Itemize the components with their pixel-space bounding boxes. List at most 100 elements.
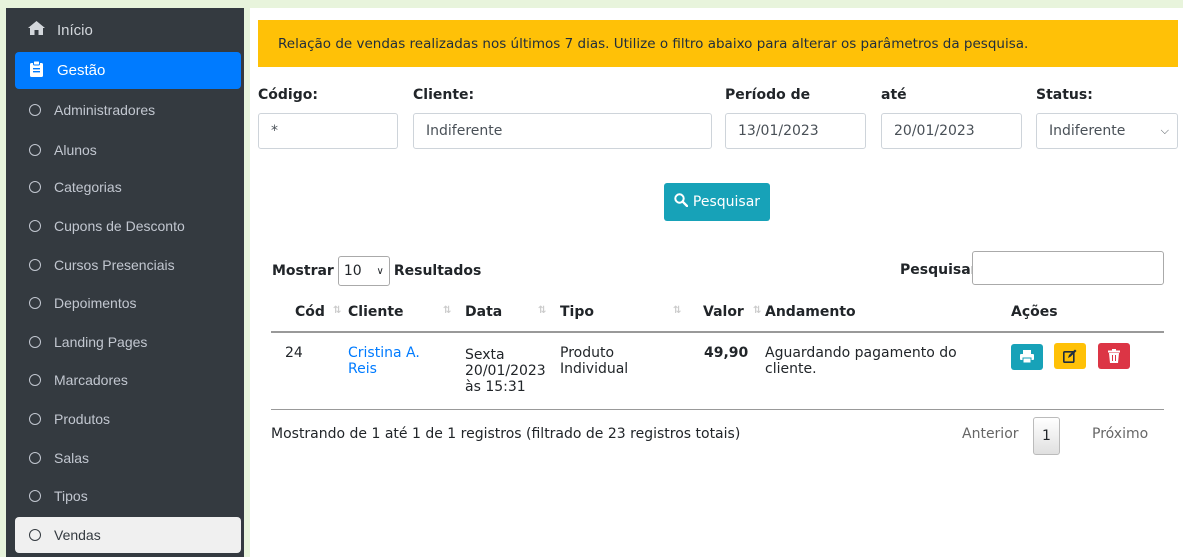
sidebar-item-inicio[interactable]: Início xyxy=(15,12,241,48)
sidebar-item-cupons[interactable]: Cupons de Desconto xyxy=(15,208,241,244)
circle-icon xyxy=(29,144,41,156)
sidebar-item-tipos[interactable]: Tipos xyxy=(15,478,241,514)
sidebar-item-cursos-presenciais[interactable]: Cursos Presenciais xyxy=(15,247,241,283)
periodo-de-label: Período de xyxy=(725,87,811,103)
sidebar-item-depoimentos[interactable]: Depoimentos xyxy=(15,285,241,321)
cliente-label: Cliente: xyxy=(413,87,475,103)
circle-icon xyxy=(29,104,41,116)
circle-icon xyxy=(29,374,41,386)
delete-button[interactable] xyxy=(1097,343,1130,369)
periodo-ate-input[interactable]: 20/01/2023 xyxy=(881,113,1022,149)
circle-icon xyxy=(29,413,41,425)
search-button[interactable]: Pesquisar xyxy=(664,183,770,221)
sidebar-item-label: Tipos xyxy=(54,488,88,504)
circle-icon xyxy=(29,529,41,541)
cell-andamento: Aguardando pagamento do cliente. xyxy=(765,332,1011,410)
page-size-value: 10 xyxy=(343,263,362,279)
sidebar-item-label: Depoimentos xyxy=(54,295,137,311)
col-label: Cód xyxy=(295,303,325,320)
table-search-label: Pesquisar: xyxy=(900,262,984,278)
circle-icon xyxy=(29,490,41,502)
col-label: Data xyxy=(465,303,503,320)
search-button-label: Pesquisar xyxy=(692,194,761,210)
periodo-de-input[interactable]: 13/01/2023 xyxy=(725,113,866,149)
col-cliente[interactable]: Cliente ⇅ xyxy=(348,292,465,333)
alert-text: Relação de vendas realizadas nos últimos… xyxy=(278,35,1029,52)
chevron-down-icon: ⌵ xyxy=(1160,124,1169,137)
status-label: Status: xyxy=(1036,87,1093,103)
search-icon xyxy=(674,193,689,211)
col-cod[interactable]: Cód ⇅ xyxy=(271,292,348,333)
col-label: Ações xyxy=(1011,303,1058,320)
sidebar-item-label: Vendas xyxy=(54,527,101,543)
pagination-next[interactable]: Próximo xyxy=(1092,426,1148,442)
sidebar-item-alunos[interactable]: Alunos xyxy=(15,132,241,168)
page-size-select[interactable]: 10 ∨ xyxy=(337,256,390,286)
sidebar-item-label: Marcadores xyxy=(54,372,128,388)
print-button[interactable] xyxy=(1011,343,1043,370)
table-search-input[interactable] xyxy=(972,251,1164,285)
pagination-page-1[interactable]: 1 xyxy=(1033,417,1060,455)
circle-icon xyxy=(29,452,41,464)
circle-icon xyxy=(29,336,41,348)
sidebar-item-label: Produtos xyxy=(54,411,111,427)
circle-icon xyxy=(29,220,41,232)
app-frame: Início Gestão Administradores Alunos Cat… xyxy=(0,0,1183,557)
sidebar-item-label: Cursos Presenciais xyxy=(54,257,175,273)
edit-icon xyxy=(1063,349,1077,363)
cell-valor: 49,90 xyxy=(694,332,765,410)
clipboard-icon xyxy=(27,60,45,81)
sidebar-section-gestao[interactable]: Gestão xyxy=(15,52,241,89)
sort-icon: ⇅ xyxy=(538,305,547,316)
cliente-link[interactable]: Cristina A. xyxy=(348,345,465,361)
status-value: Indiferente xyxy=(1049,123,1126,139)
cell-acoes xyxy=(1011,332,1164,410)
sidebar-item-salas[interactable]: Salas xyxy=(15,440,241,476)
sidebar-item-categorias[interactable]: Categorias xyxy=(15,169,241,205)
circle-icon xyxy=(29,181,41,193)
cliente-input[interactable]: Indiferente xyxy=(413,113,712,149)
sidebar-item-administradores[interactable]: Administradores xyxy=(15,92,241,128)
sidebar-item-label: Landing Pages xyxy=(54,334,148,350)
col-data[interactable]: Data ⇅ xyxy=(465,292,560,333)
codigo-input[interactable]: * xyxy=(258,113,398,149)
circle-icon xyxy=(29,297,41,309)
cliente-value: Indiferente xyxy=(426,123,503,139)
sidebar-item-label: Administradores xyxy=(54,102,156,118)
page-size-control: Mostrar 10 ∨ Resultados xyxy=(272,256,481,286)
main-content: Relação de vendas realizadas nos últimos… xyxy=(250,8,1183,557)
results-label: Resultados xyxy=(393,263,482,279)
table-header-row: Cód ⇅ Cliente ⇅ Data ⇅ Tipo ⇅ Valor ⇅ Andamen… xyxy=(271,292,1164,333)
periodo-de-value: 13/01/2023 xyxy=(738,123,819,139)
print-icon xyxy=(1020,350,1034,363)
tipo-line: Produto xyxy=(560,345,615,361)
cell-data: Sexta 20/01/2023 às 15:31 xyxy=(465,332,560,410)
periodo-ate-value: 20/01/2023 xyxy=(894,123,975,139)
sidebar-item-vendas[interactable]: Vendas xyxy=(15,517,241,553)
sidebar-section-label: Gestão xyxy=(57,62,106,79)
sort-icon: ⇅ xyxy=(753,305,762,316)
cliente-link[interactable]: Reis xyxy=(348,361,465,377)
col-acoes: Ações xyxy=(1011,292,1164,333)
trash-icon xyxy=(1107,349,1120,363)
edit-button[interactable] xyxy=(1054,343,1087,369)
ate-label: até xyxy=(881,87,907,103)
sidebar-item-label: Cupons de Desconto xyxy=(54,218,185,234)
pagination-previous[interactable]: Anterior xyxy=(962,426,1019,442)
info-alert: Relação de vendas realizadas nos últimos… xyxy=(258,20,1178,67)
sidebar-item-label: Início xyxy=(57,21,93,39)
sidebar-item-landing-pages[interactable]: Landing Pages xyxy=(15,324,241,360)
cell-cliente[interactable]: Cristina A. Reis xyxy=(348,332,465,410)
col-valor[interactable]: Valor ⇅ xyxy=(694,292,765,333)
data-weekday: Sexta xyxy=(465,347,505,363)
col-label: Tipo xyxy=(560,303,594,320)
sidebar: Início Gestão Administradores Alunos Cat… xyxy=(6,8,244,557)
status-select[interactable]: Indiferente ⌵ xyxy=(1036,113,1178,149)
col-andamento: Andamento xyxy=(765,292,1011,333)
codigo-value: * xyxy=(271,123,278,139)
sidebar-item-produtos[interactable]: Produtos xyxy=(15,401,241,437)
sort-icon: ⇅ xyxy=(333,305,342,316)
cell-tipo: Produto Individual xyxy=(560,332,694,410)
col-tipo[interactable]: Tipo ⇅ xyxy=(560,292,694,333)
sidebar-item-marcadores[interactable]: Marcadores xyxy=(15,362,241,398)
